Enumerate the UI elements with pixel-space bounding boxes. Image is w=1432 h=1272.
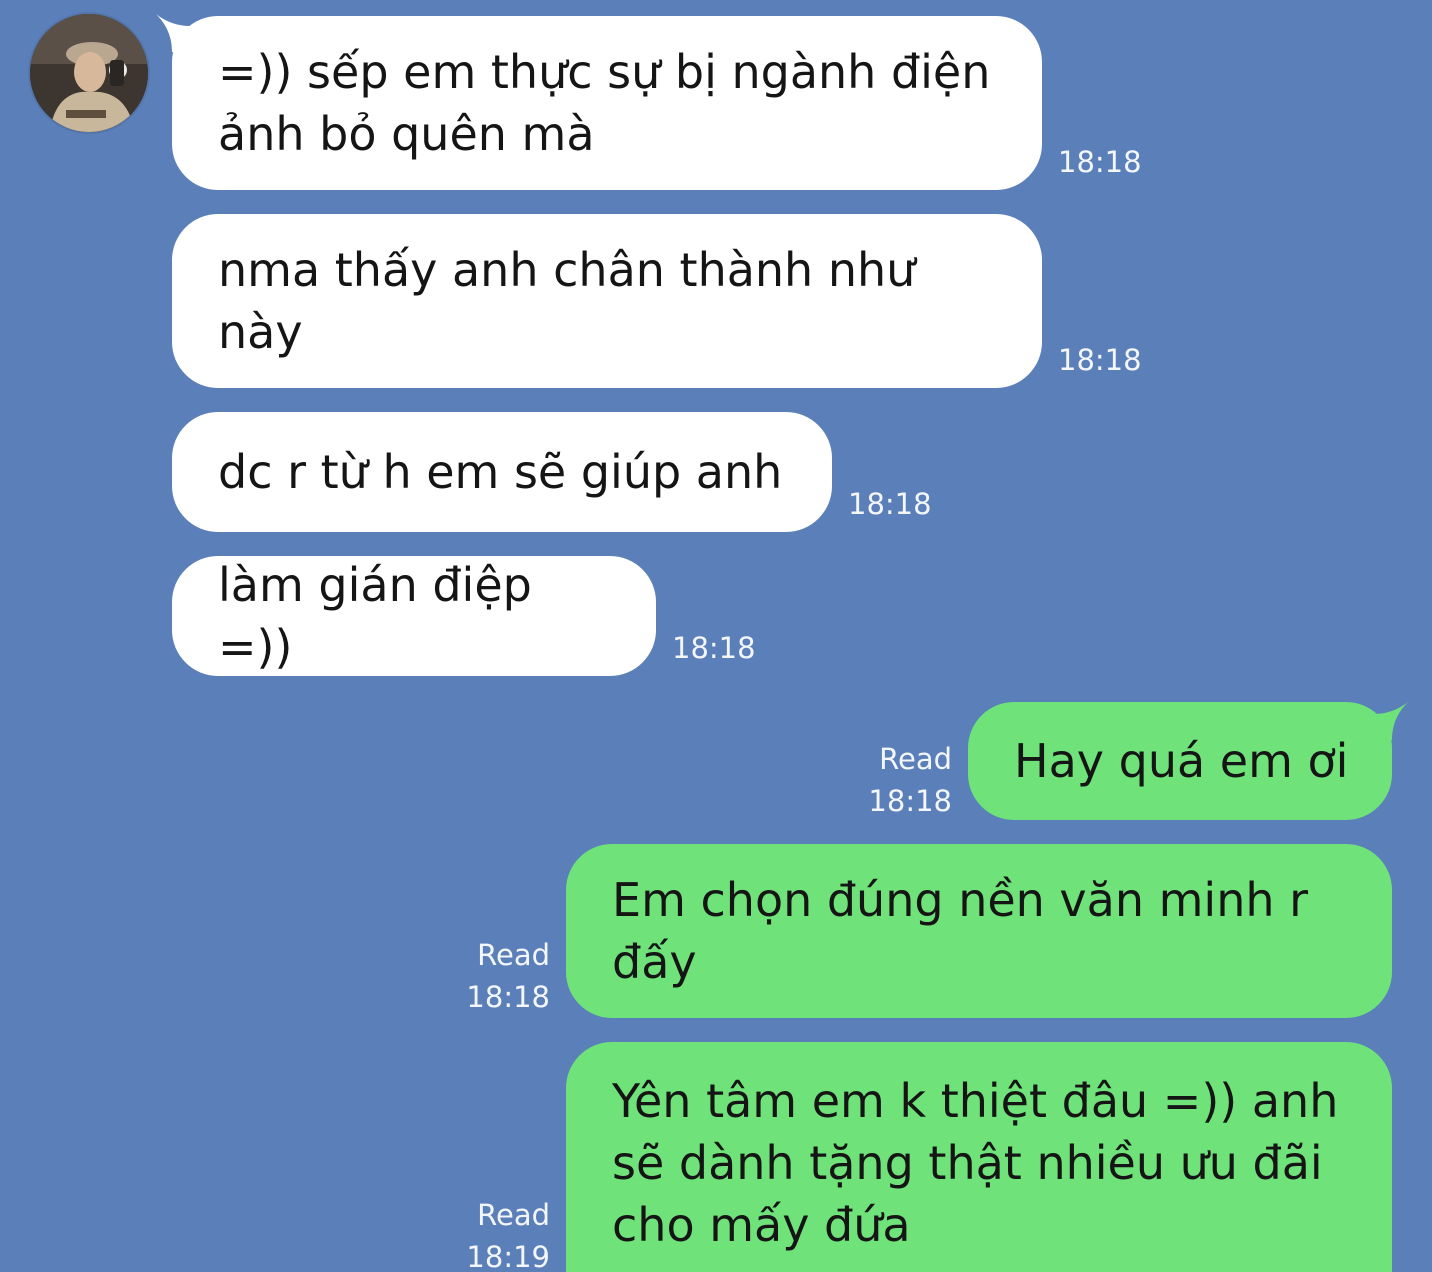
message-timestamp: 18:19	[466, 1240, 550, 1272]
outgoing-message[interactable]: Em chọn đúng nền văn minh r đấy	[566, 844, 1392, 1018]
message-timestamp: 18:18	[868, 784, 952, 818]
message-meta: Read 18:18	[862, 738, 952, 822]
message-timestamp: 18:18	[466, 980, 550, 1014]
contact-avatar[interactable]	[30, 14, 148, 132]
message-timestamp: 18:18	[1058, 145, 1142, 179]
incoming-message[interactable]: dc r từ h em sẽ giúp anh	[172, 412, 832, 532]
chat-thread: =)) sếp em thực sự bị ngành điện ảnh bỏ …	[0, 0, 1432, 1272]
avatar-photo-icon	[30, 14, 148, 132]
message-meta: Read 18:18	[460, 934, 550, 1018]
message-timestamp: 18:18	[672, 631, 756, 665]
incoming-message[interactable]: nma thấy anh chân thành như này	[172, 214, 1042, 388]
outgoing-message[interactable]: Hay quá em ơi	[968, 702, 1392, 820]
read-status: Read	[477, 1198, 550, 1232]
message-meta: Read 18:19	[460, 1194, 550, 1272]
incoming-message[interactable]: làm gián điệp =))	[172, 556, 656, 676]
incoming-message[interactable]: =)) sếp em thực sự bị ngành điện ảnh bỏ …	[172, 16, 1042, 190]
message-timestamp: 18:18	[1058, 343, 1142, 377]
outgoing-message[interactable]: Yên tâm em k thiệt đâu =)) anh sẽ dành t…	[566, 1042, 1392, 1272]
message-timestamp: 18:18	[848, 487, 932, 521]
read-status: Read	[477, 938, 550, 972]
read-status: Read	[879, 742, 952, 776]
